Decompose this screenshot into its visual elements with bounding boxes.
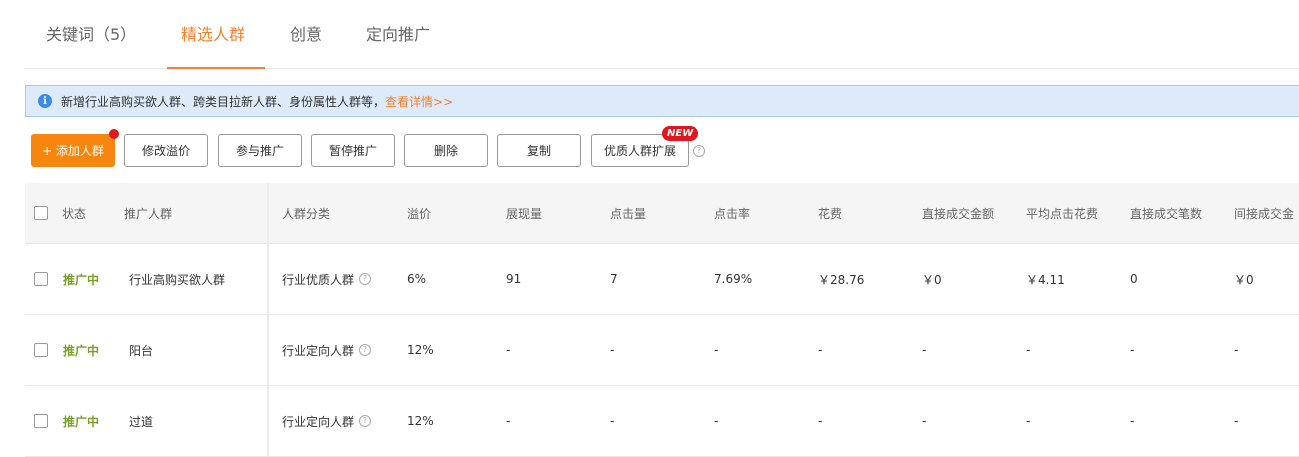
header-clicks: 点击量 [610,206,647,221]
premium-value[interactable]: 12% [407,315,434,385]
pause-promotion-button[interactable]: 暂停推广 [311,134,395,167]
category-label: 行业定向人群 [282,414,355,429]
ctr-value: - [714,343,719,357]
delete-button[interactable]: 删除 [404,134,488,167]
tab-targeted-promotion[interactable]: 定向推广 [366,0,430,68]
avg-cpc-value: - [1026,414,1031,428]
header-premium: 溢价 [407,206,432,221]
header-category: 人群分类 [282,206,331,221]
direct-count-value: 0 [1130,272,1138,286]
audience-category: 行业定向人群? [282,386,372,456]
status-badge: 推广中 [63,414,100,429]
cost-value: ￥28.76 [818,272,865,287]
indirect-amount-value: - [1234,343,1239,357]
header-impressions: 展现量 [506,206,543,221]
notice-banner: i 新增行业高购买欲人群、跨类目拉新人群、身份属性人群等， 查看详情>> [25,85,1299,117]
header-direct-amount: 直接成交金额 [922,206,995,221]
clicks-value: - [610,343,615,357]
header-direct-count: 直接成交笔数 [1130,206,1203,221]
audience-name: 阳台 [129,343,154,358]
status-badge: 推广中 [63,272,100,287]
row-checkbox[interactable] [34,414,48,428]
help-icon[interactable]: ? [359,273,372,285]
table-row: 推广中 行业高购买欲人群 行业优质人群? 6% 91 7 7.69% ￥28.7… [25,244,1299,315]
help-icon[interactable]: ? [359,415,372,427]
direct-count-value: - [1130,414,1135,428]
add-audience-button[interactable]: + 添加人群 [31,134,115,167]
row-checkbox[interactable] [34,343,48,357]
direct-count-value: - [1130,343,1135,357]
avg-cpc-value: ￥4.11 [1026,272,1065,287]
tab-creative[interactable]: 创意 [290,0,322,68]
tab-keywords[interactable]: 关键词（5） [46,0,136,68]
cost-value: - [818,414,823,428]
direct-amount-value: - [922,414,927,428]
indirect-amount-value: ￥0 [1234,272,1254,287]
column-divider [267,183,269,456]
tab-bar: 关键词（5） 精选人群 创意 定向推广 [24,0,1299,69]
impressions-value: - [506,414,511,428]
header-status: 状态 [62,206,87,221]
category-label: 行业定向人群 [282,343,355,358]
premium-value[interactable]: 6% [407,244,426,314]
ctr-value: - [714,414,719,428]
audience-name: 过道 [129,414,154,429]
ctr-value: 7.69% [714,272,753,286]
notification-dot [109,129,119,139]
new-badge: NEW [662,126,699,141]
premium-value[interactable]: 12% [407,386,434,456]
select-all-checkbox[interactable] [34,206,48,220]
help-icon[interactable]: ? [693,145,705,157]
notice-text: 新增行业高购买欲人群、跨类目拉新人群、身份属性人群等， [61,94,386,109]
impressions-value: 91 [506,272,522,286]
avg-cpc-value: - [1026,343,1031,357]
header-group: 推广人群 [124,206,173,221]
copy-button[interactable]: 复制 [497,134,581,167]
header-cost: 花费 [818,206,843,221]
status-badge: 推广中 [63,343,100,358]
direct-amount-value: ￥0 [922,272,942,287]
help-icon[interactable]: ? [359,344,372,356]
row-checkbox[interactable] [34,272,48,286]
impressions-value: - [506,343,511,357]
table-row: 推广中 过道 行业定向人群? 12% - - - - - - - - [25,386,1299,457]
indirect-amount-value: - [1234,414,1239,428]
notice-details-link[interactable]: 查看详情>> [385,93,453,110]
clicks-value: 7 [610,272,618,286]
clicks-value: - [610,414,615,428]
table-row: 推广中 阳台 行业定向人群? 12% - - - - - - - - [25,315,1299,386]
cost-value: - [818,343,823,357]
header-ctr: 点击率 [714,206,751,221]
modify-premium-button[interactable]: 修改溢价 [124,134,208,167]
header-avg-cpc: 平均点击花费 [1026,206,1099,221]
category-label: 行业优质人群 [282,272,355,287]
tab-selected-audience[interactable]: 精选人群 [166,0,266,69]
header-indirect-amount: 间接成交金 [1234,206,1295,221]
audience-category: 行业定向人群? [282,315,372,385]
info-icon: i [38,94,52,108]
join-promotion-button[interactable]: 参与推广 [218,134,302,167]
audience-category: 行业优质人群? [282,244,372,314]
table-header: 状态 推广人群 人群分类 溢价 展现量 点击量 点击率 花费 直接成交金额 平均… [25,183,1299,244]
audience-name: 行业高购买欲人群 [129,272,226,287]
direct-amount-value: - [922,343,927,357]
